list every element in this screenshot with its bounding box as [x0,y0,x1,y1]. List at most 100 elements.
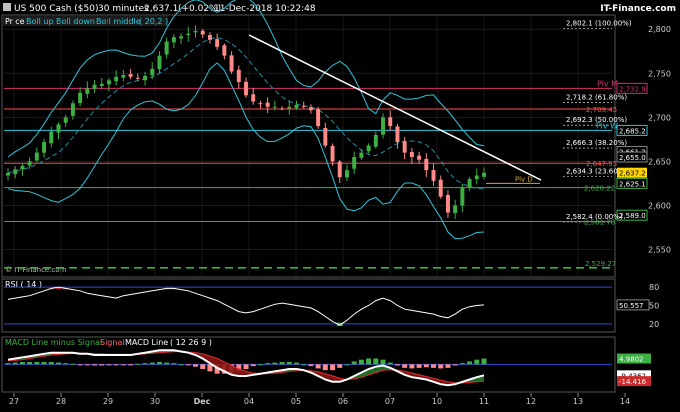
candle-body [99,83,104,86]
candle-body [265,102,270,107]
candle-body [244,81,248,96]
macd-histogram-bar [243,364,249,369]
x-tick-label: 05 [291,397,301,406]
red-level-label: 2,709.45 [586,106,617,114]
candle-body [63,117,68,123]
candle-body [453,205,458,213]
fib-level-label: 2,802.1 (100.00%) [566,19,632,27]
macd-legend-signal: Signal [100,338,125,347]
chart-stage: US 500 Cash ($50) 30 minutes 2,637.1 (+0… [0,0,680,408]
candle-body [207,35,212,40]
macd-histogram-bar [402,364,408,368]
candle-body [179,36,184,39]
candle-body [164,41,169,55]
fib-level-label: 2,666.3 (38.20%) [566,139,627,147]
macd-histogram-bar [156,362,162,365]
candle-body [106,80,111,85]
macd-histogram-bar [164,362,170,365]
rsi-tick-label: 80 [649,283,659,292]
macd-histogram-bar [55,362,61,365]
macd-histogram-bar [416,364,422,368]
macd-histogram-bar [12,362,18,365]
macd-histogram-bar [200,364,206,369]
candle-body [121,75,126,78]
pivot-m-value: 2,732.9 [619,85,646,93]
level-box-value: 2,655.0 [619,154,646,162]
candle-body [272,106,277,108]
macd-histogram-bar [394,364,400,366]
candle-body [308,107,313,111]
green-level-value: 2,625.1 [619,180,646,188]
macd-params: ( 12 26 9 ) [170,338,212,347]
candle-body [193,30,198,33]
last-price: 2,637.1 [144,4,178,14]
x-tick-label: 30 [150,397,160,406]
macd-histogram-bar [84,364,90,366]
candle-body [13,169,18,175]
candle-body [381,117,386,135]
candle-body [445,195,450,213]
legend-boll-up: Boll up [26,17,54,26]
candle-body [395,126,400,143]
pivot-m-label: Piv M [597,79,618,88]
candle-body [49,131,54,144]
candle-body [6,172,10,176]
candle-body [251,94,256,102]
candle-body [280,108,285,110]
macd-histogram-bar [315,364,321,369]
candle-body [438,179,443,197]
candle-body [20,165,25,170]
macd-histogram-bar [373,358,379,365]
rsi-tick-label: 20 [649,320,659,329]
pivot-w-value: 2,685.2 [619,127,646,135]
macd-histogram-bar [92,364,98,366]
last-price-value: 2,637.2 [619,170,646,178]
macd-histogram-bar [265,363,271,365]
x-tick-label: 06 [338,397,348,406]
macd-histogram-bar [34,362,40,365]
macd-histogram-bar [344,364,350,366]
macd-histogram-bar [171,363,177,365]
y-tick-label: 2,700 [648,113,671,122]
candle-body [344,170,349,178]
legend-price: Price [5,17,25,26]
macd-histogram-bar [272,362,278,365]
macd-histogram-bar [286,362,292,365]
macd-histogram-bar [27,362,33,365]
macd-histogram-bar [431,364,437,368]
candle-body [85,88,90,94]
chart-svg: US 500 Cash ($50) 30 minutes 2,637.1 (+0… [0,0,680,406]
window-icon[interactable] [3,3,11,11]
interval-label: 30 minutes [98,4,149,14]
macd-histogram-bar [423,364,429,368]
candle-body [229,55,234,72]
candle-body [424,158,429,171]
macd-histogram-bar [474,359,480,365]
candle-body [388,117,393,127]
macd-histogram-bar [438,364,444,369]
legend-boll-middle: Boll middle [96,17,141,26]
pivot-w-label: Piv W [596,121,618,130]
candle-body [200,30,205,35]
macd-histogram-bar [459,363,465,365]
green-level-value: 2,589.0 [619,212,646,220]
macd-histogram-bar [322,364,328,371]
candle-body [171,37,176,43]
macd-histogram-bar [120,364,126,366]
macd-histogram-bar [358,359,364,365]
fib-level-label: 2,718.2 (61.80%) [566,93,627,101]
x-tick-label: 28 [56,397,66,406]
macd-legend-hist: MACD Line minus Signal [5,338,102,347]
rsi-value-label: 50.557 [619,302,644,310]
candle-body [143,75,148,81]
macd-histogram-bar [308,364,314,367]
macd-histogram-bar [257,364,263,366]
candle-body [359,152,364,158]
macd-histogram-bar [250,364,256,367]
candle-body [482,172,486,177]
candle-body [92,84,97,90]
macd-legend-line: MACD Line [125,338,168,347]
brand-label: IT-Finance.com [600,4,676,14]
candle-body [222,45,227,56]
macd-histogram-bar [351,361,357,365]
